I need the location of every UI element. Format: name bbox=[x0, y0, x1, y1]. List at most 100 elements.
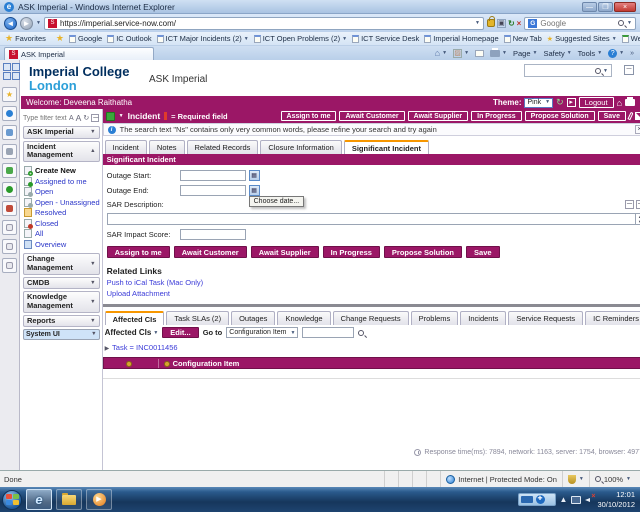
font-small-icon[interactable]: A bbox=[69, 115, 74, 122]
favorite-link[interactable]: New Tab bbox=[504, 34, 542, 43]
push-to-ical-link[interactable]: Push to iCal Task (Mac Only) bbox=[107, 278, 640, 287]
zoom-control[interactable]: 100% ▼ bbox=[589, 471, 636, 487]
edge-bookmark[interactable] bbox=[2, 125, 17, 140]
dropdown-arrow-icon[interactable]: ▼ bbox=[244, 36, 249, 42]
compatibility-view-icon[interactable]: ▣ bbox=[497, 19, 506, 28]
search-magnifier-icon[interactable] bbox=[618, 20, 624, 26]
taskbar-clock[interactable]: 12:01 30/10/2012 bbox=[597, 490, 635, 509]
toggle-panel-icon[interactable]: ▸ bbox=[567, 98, 576, 107]
layout-toggle-icon[interactable] bbox=[3, 63, 11, 71]
edit-button[interactable]: Edit... bbox=[162, 327, 198, 338]
font-large-icon[interactable]: A bbox=[76, 113, 82, 123]
add-favorite-icon[interactable]: ★ bbox=[56, 33, 64, 44]
sar-description-input[interactable]: ▲▼ bbox=[107, 213, 640, 225]
nav-section-cmdb[interactable]: CMDB▼ bbox=[23, 277, 100, 290]
incident-icon[interactable] bbox=[106, 112, 115, 121]
tab-incidents[interactable]: Incidents bbox=[460, 311, 506, 325]
layout-toggle-icon[interactable] bbox=[3, 72, 11, 80]
breadcrumb-arrow-icon[interactable]: ▶ bbox=[105, 346, 110, 352]
await-customer-button[interactable]: Await Customer bbox=[339, 111, 404, 121]
browser-tab[interactable]: S ASK Imperial bbox=[4, 47, 154, 60]
forward-button[interactable]: ► bbox=[20, 17, 33, 30]
nav-item-overview[interactable]: Overview bbox=[24, 240, 100, 249]
logout-button[interactable]: Logout bbox=[579, 97, 614, 108]
tab-closure-information[interactable]: Closure Information bbox=[260, 140, 341, 154]
browser-search-input[interactable] bbox=[540, 19, 615, 28]
home-button[interactable]: ⌂▼ bbox=[435, 48, 447, 58]
paperclip-icon[interactable] bbox=[627, 112, 633, 121]
goto-search-input[interactable] bbox=[302, 327, 354, 338]
tab-service-requests[interactable]: Service Requests bbox=[508, 311, 583, 325]
help-button[interactable]: ?▼ bbox=[608, 49, 624, 58]
tab-notes[interactable]: Notes bbox=[149, 140, 185, 154]
nav-item-all[interactable]: All bbox=[24, 229, 100, 238]
row-actions-column[interactable] bbox=[104, 359, 159, 368]
email-icon[interactable] bbox=[635, 112, 640, 120]
read-mail-button[interactable] bbox=[475, 50, 484, 57]
nav-item-open[interactable]: Open bbox=[24, 187, 100, 196]
address-field[interactable]: S https://imperial.service-now.com/ ▼ bbox=[44, 17, 484, 30]
upload-attachment-link[interactable]: Upload Attachment bbox=[107, 289, 640, 298]
nav-filter-input[interactable] bbox=[23, 115, 67, 122]
save-button[interactable]: Save bbox=[466, 246, 500, 258]
taskbar-media-player-button[interactable]: ▶ bbox=[86, 489, 112, 510]
layout-toggle-icon[interactable] bbox=[12, 63, 20, 71]
edge-bookmark[interactable] bbox=[2, 239, 17, 254]
nav-item-assigned-to-me[interactable]: Assigned to me bbox=[24, 177, 100, 186]
edge-bookmark[interactable] bbox=[2, 163, 17, 178]
tab-related-records[interactable]: Related Records bbox=[187, 140, 259, 154]
favorite-link[interactable]: ICT Service Desk bbox=[352, 34, 419, 43]
tab-task-slas[interactable]: Task SLAs (2) bbox=[166, 311, 229, 325]
minimize-button[interactable]: — bbox=[582, 2, 597, 12]
edge-bookmark[interactable] bbox=[2, 106, 17, 121]
propose-solution-button[interactable]: Propose Solution bbox=[525, 111, 595, 121]
nav-section-change-management[interactable]: Change Management▼ bbox=[23, 253, 100, 274]
search-provider-dropdown-icon[interactable]: ▼ bbox=[627, 20, 632, 26]
breadcrumb-link[interactable]: Task = INC0011456 bbox=[112, 343, 178, 352]
list-title-menu[interactable]: Affected CIs▼ bbox=[105, 328, 159, 337]
page-tools-segment[interactable]: ▼ bbox=[562, 471, 589, 487]
favorite-link[interactable]: IC Outlook bbox=[107, 34, 151, 43]
security-zone[interactable]: Internet | Protected Mode: On bbox=[440, 471, 562, 487]
search-dropdown-icon[interactable]: ▼ bbox=[603, 68, 608, 74]
maximize-button[interactable]: ❐ bbox=[598, 2, 613, 12]
propose-solution-button[interactable]: Propose Solution bbox=[384, 246, 462, 258]
print-button[interactable]: ▼ bbox=[490, 50, 507, 57]
await-supplier-button[interactable]: Await Supplier bbox=[251, 246, 319, 258]
collapse-header-icon[interactable]: － bbox=[624, 65, 634, 75]
edge-bookmarks-button[interactable]: ★ bbox=[2, 87, 17, 102]
safety-menu[interactable]: Safety▼ bbox=[543, 49, 571, 58]
overflow-chevron-icon[interactable]: » bbox=[630, 50, 634, 57]
favorite-link[interactable]: Google bbox=[69, 34, 102, 43]
page-menu[interactable]: Page▼ bbox=[513, 49, 537, 58]
refresh-button[interactable]: ↻ bbox=[508, 19, 515, 28]
nav-item-closed[interactable]: Closed bbox=[24, 219, 100, 228]
close-message-icon[interactable]: × bbox=[635, 125, 640, 134]
taskbar-ie-button[interactable]: e bbox=[26, 489, 52, 510]
nav-section-knowledge-management[interactable]: Knowledge Management▼ bbox=[23, 291, 100, 312]
collapse-field-icon[interactable]: － bbox=[625, 200, 634, 209]
favorite-link[interactable]: ICT Major Incidents (2)▼ bbox=[157, 34, 249, 43]
history-dropdown-icon[interactable]: ▼ bbox=[36, 20, 41, 26]
expand-field-icon[interactable]: ＋ bbox=[636, 200, 640, 209]
configuration-item-column[interactable]: Configuration Item bbox=[159, 359, 240, 368]
taskbar-explorer-button[interactable] bbox=[56, 489, 82, 510]
tab-problems[interactable]: Problems bbox=[411, 311, 459, 325]
dropdown-arrow-icon[interactable]: ▼ bbox=[342, 36, 347, 42]
tab-change-requests[interactable]: Change Requests bbox=[333, 311, 409, 325]
sar-impact-score-input[interactable] bbox=[180, 229, 246, 240]
favorite-link[interactable]: Web Slice Gallery▼ bbox=[622, 34, 640, 43]
global-search-box[interactable]: ▼ bbox=[524, 64, 612, 77]
favorite-link[interactable]: ICT Open Problems (2)▼ bbox=[254, 34, 347, 43]
layout-toggle-icon[interactable] bbox=[12, 72, 20, 80]
edge-bookmark[interactable] bbox=[2, 201, 17, 216]
nav-section-ask-imperial[interactable]: ASK Imperial▼ bbox=[23, 126, 100, 139]
tab-outages[interactable]: Outages bbox=[231, 311, 275, 325]
pane-splitter[interactable] bbox=[103, 304, 640, 307]
tray-widget[interactable]: ✚ bbox=[518, 493, 556, 506]
edge-bookmark[interactable] bbox=[2, 144, 17, 159]
calendar-icon[interactable]: ▦ bbox=[249, 185, 260, 196]
calendar-icon[interactable]: ▦ bbox=[249, 170, 260, 181]
browser-search-box[interactable]: G ▼ bbox=[524, 17, 636, 30]
address-dropdown-icon[interactable]: ▼ bbox=[475, 20, 480, 26]
